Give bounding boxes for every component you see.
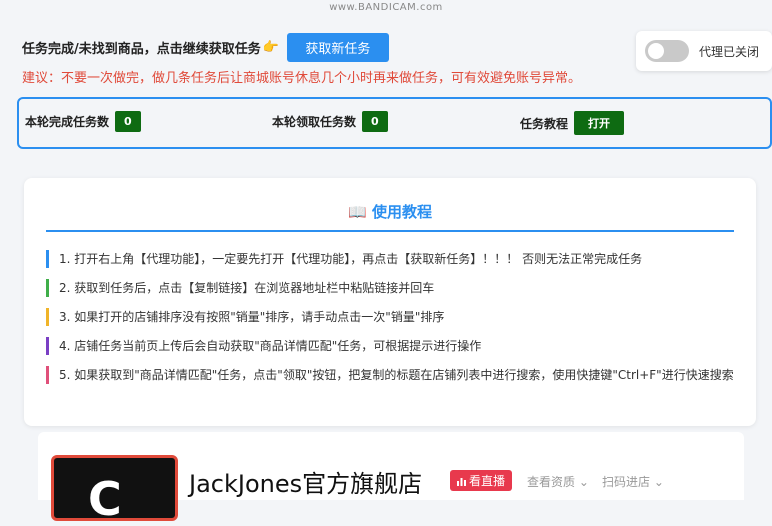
received-count-badge: 0 xyxy=(362,111,388,132)
tutorial-title: 📖 使用教程 xyxy=(24,201,756,222)
shop-header: C JackJones官方旗舰店 看直播 查看资质 ⌄ 扫码进店 ⌄ xyxy=(38,432,744,526)
received-label: 本轮领取任务数 xyxy=(272,115,357,129)
get-new-task-button[interactable]: 获取新任务 xyxy=(286,33,389,62)
tutorial-card: 📖 使用教程 1. 打开右上角【代理功能】，一定要先打开【代理功能】，再点击【获… xyxy=(24,178,756,426)
pointing-hand-icon: 👉 xyxy=(262,40,279,55)
bar-chart-icon xyxy=(457,478,466,486)
stats-panel: 本轮完成任务数 0 本轮领取任务数 0 任务教程 打开 xyxy=(17,97,772,149)
completed-count-badge: 0 xyxy=(115,111,141,132)
tutorial-label: 任务教程 xyxy=(520,116,569,131)
logo-glyph: C xyxy=(88,472,122,526)
tutorial-step: 5. 如果获取到"商品详情匹配"任务，点击"领取"按钮，把复制的标题在店铺列表中… xyxy=(46,366,739,384)
view-qualification-label: 查看资质 xyxy=(527,475,576,489)
tutorial-step: 2. 获取到任务后，点击【复制链接】在浏览器地址栏中粘贴链接并回车 xyxy=(46,279,739,297)
tutorial-step: 4. 店铺任务当前页上传后会自动获取"商品详情匹配"任务，可根据提示进行操作 xyxy=(46,337,739,355)
view-qualification-link[interactable]: 查看资质 ⌄ xyxy=(527,473,589,490)
tutorial-stat: 任务教程 打开 xyxy=(520,111,625,135)
task-status-message: 任务完成/未找到商品，点击继续获取任务 xyxy=(22,42,261,57)
completed-label: 本轮完成任务数 xyxy=(25,115,110,129)
task-status-row: 任务完成/未找到商品，点击继续获取任务 👉 获取新任务 xyxy=(22,33,389,62)
open-tutorial-button[interactable]: 打开 xyxy=(574,111,625,135)
proxy-panel: 代理已关闭 xyxy=(636,31,772,71)
shop-name[interactable]: JackJones官方旗舰店 xyxy=(189,464,422,499)
scan-to-enter-link[interactable]: 扫码进店 ⌄ xyxy=(602,473,664,490)
book-icon: 📖 xyxy=(348,203,367,221)
tutorial-title-text: 使用教程 xyxy=(371,203,432,221)
tutorial-step: 1. 打开右上角【代理功能】，一定要先打开【代理功能】，再点击【获取新任务】！！… xyxy=(46,250,739,268)
shop-logo[interactable]: C xyxy=(51,455,178,526)
chevron-down-icon: ⌄ xyxy=(578,475,589,489)
watch-live-button[interactable]: 看直播 xyxy=(450,470,513,491)
title-divider xyxy=(46,230,734,232)
proxy-toggle[interactable] xyxy=(645,40,689,62)
received-stat: 本轮领取任务数 0 xyxy=(272,111,388,132)
watermark: www.BANDICAM.com xyxy=(329,2,443,13)
proxy-status-label: 代理已关闭 xyxy=(699,44,760,59)
advice-text: 建议：不要一次做完，做几条任务后让商城账号休息几个小时再来做任务，可有效避免账号… xyxy=(22,71,582,86)
tutorial-step: 3. 如果打开的店铺排序没有按照"销量"排序，请手动点击一次"销量"排序 xyxy=(46,308,739,326)
toggle-knob xyxy=(648,43,664,59)
watch-live-label: 看直播 xyxy=(469,474,506,488)
completed-stat: 本轮完成任务数 0 xyxy=(25,111,141,132)
scan-to-enter-label: 扫码进店 xyxy=(602,475,651,489)
chevron-down-icon: ⌄ xyxy=(653,475,664,489)
